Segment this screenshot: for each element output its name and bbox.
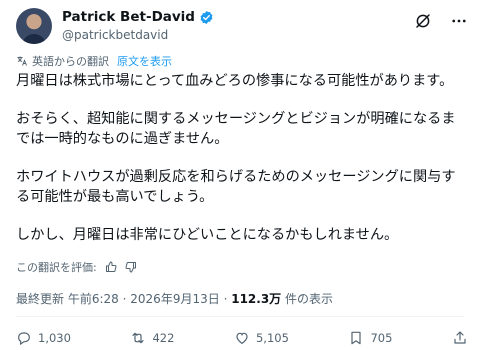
view-count: 112.3万 (231, 292, 282, 306)
show-original-link[interactable]: 原文を表示 (117, 53, 172, 69)
tweet-date[interactable]: 2026年9月13日 (130, 292, 219, 306)
tweet-paragraph: おそらく、超知能に関するメッセージングとビジョンが明確になるまでは一時的なものに… (16, 111, 456, 147)
reply-button[interactable]: 1,030 (16, 330, 71, 346)
divider (16, 316, 464, 317)
tweet-text: 月曜日は株式市場にとって血みどろの惨事になる可能性があります。 おそらく、超知能… (16, 71, 468, 245)
reply-icon (18, 332, 30, 346)
rate-translation: この翻訳を評価: (16, 259, 137, 275)
like-count: 5,105 (255, 331, 289, 345)
tweet-meta: 最終更新 午前6:28 · 2026年9月13日 · 112.3万 件の表示 (16, 290, 333, 307)
tweet-header: Patrick Bet-David @patrickbetdavid (16, 6, 468, 46)
share-icon (454, 331, 466, 344)
verified-badge-icon (200, 10, 213, 24)
reply-count: 1,030 (38, 331, 71, 345)
meta-separator: · (223, 292, 228, 306)
repost-icon (132, 332, 145, 344)
grok-icon[interactable] (414, 12, 432, 30)
more-options-icon[interactable] (450, 12, 468, 30)
author-name-row: Patrick Bet-David (62, 9, 214, 25)
bookmark-count: 705 (370, 331, 393, 345)
view-count-suffix: 件の表示 (285, 292, 334, 306)
heart-icon (236, 332, 248, 345)
tweet-paragraph: しかし、月曜日は非常にひどいことになるかもしれません。 (16, 227, 399, 243)
translation-note: 英語からの翻訳 原文を表示 (16, 53, 172, 69)
tweet-time[interactable]: 午前6:28 (68, 292, 119, 306)
tweet-paragraph: ホワイトハウスが過剰反応を和らげるためのメッセージングに関与する可能性が最も高い… (16, 169, 456, 205)
author-name[interactable]: Patrick Bet-David (62, 9, 195, 25)
last-updated-label: 最終更新 (16, 292, 65, 306)
translate-icon (17, 56, 27, 66)
bookmark-icon (351, 331, 362, 345)
meta-separator: · (122, 292, 127, 306)
thumbs-down-icon[interactable] (125, 261, 137, 273)
thumbs-up-icon[interactable] (105, 261, 117, 273)
like-button[interactable]: 5,105 (234, 330, 289, 346)
rate-translation-label: この翻訳を評価: (16, 261, 97, 274)
translation-note-text: 英語からの翻訳 (32, 55, 109, 68)
repost-count: 422 (152, 331, 175, 345)
tweet-paragraph: 月曜日は株式市場にとって血みどろの惨事になる可能性があります。 (16, 73, 454, 89)
avatar[interactable] (16, 8, 52, 44)
author-handle[interactable]: @patrickbetdavid (62, 28, 168, 42)
bookmark-button[interactable]: 705 (348, 330, 392, 346)
share-button[interactable] (452, 330, 468, 346)
repost-button[interactable]: 422 (130, 330, 174, 346)
action-bar: 1,030 422 5,105 705 (16, 330, 468, 346)
header-actions (414, 12, 468, 30)
